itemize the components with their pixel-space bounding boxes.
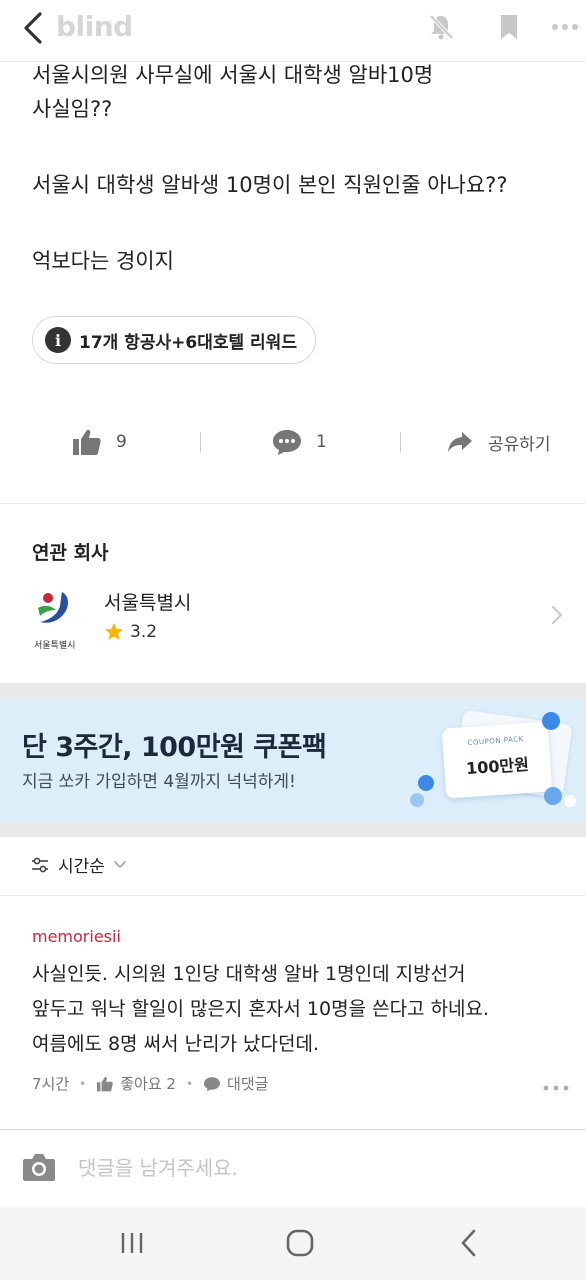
related-company-title: 연관 회사 bbox=[32, 542, 109, 564]
company-rating: 3.2 bbox=[104, 622, 157, 642]
chevron-down-icon bbox=[114, 860, 126, 868]
like-button[interactable]: 9 bbox=[72, 412, 127, 472]
sliders-icon bbox=[32, 857, 48, 872]
sort-dropdown[interactable]: 시간순 bbox=[30, 852, 127, 877]
comment-time: 7시간 bbox=[32, 1075, 70, 1093]
more-horizontal-icon bbox=[552, 24, 578, 30]
share-button[interactable]: 공유하기 bbox=[446, 412, 551, 472]
comment-username[interactable]: memoriesii bbox=[32, 927, 121, 946]
comment-like-label: 좋아요 2 bbox=[120, 1075, 176, 1093]
comment-count: 1 bbox=[316, 432, 327, 452]
bell-off-icon bbox=[429, 14, 454, 40]
ad-title: 단 3주간, 100만원 쿠폰팩 bbox=[22, 732, 327, 763]
more-options-button[interactable] bbox=[550, 12, 580, 42]
comment-line: 여름에도 8명 써서 난리가 났다던데. bbox=[32, 1033, 320, 1055]
notification-off-button[interactable] bbox=[426, 12, 456, 42]
home-button[interactable] bbox=[282, 1227, 318, 1259]
back-button[interactable] bbox=[20, 10, 48, 46]
post-line: 서울시 대학생 알바생 10명이 본인 직원인줄 아나요?? bbox=[32, 173, 508, 197]
reply-button[interactable]: 대댓글 bbox=[203, 1073, 268, 1094]
back-chevron-icon bbox=[461, 1229, 476, 1257]
company-logo-caption: 서울특별시 bbox=[34, 641, 76, 651]
comment-bubble-icon bbox=[273, 430, 301, 455]
comment-input[interactable] bbox=[78, 1150, 558, 1186]
top-bar: blind bbox=[0, 0, 586, 62]
promo-pill-button[interactable]: i 17개 항공사+6대호텔 리워드 bbox=[32, 316, 316, 364]
comment-line: 사실인듯. 시의원 1인당 대학생 알바 1명인데 지방선거 bbox=[32, 963, 466, 985]
post-line: 사실임?? bbox=[32, 97, 113, 121]
thumbs-up-icon bbox=[73, 429, 101, 455]
comment-item: memoriesii 사실인듯. 시의원 1인당 대학생 알바 1명인데 지방선… bbox=[0, 897, 586, 1129]
share-arrow-icon bbox=[448, 432, 472, 452]
system-navigation-bar bbox=[0, 1207, 586, 1280]
comment-like-button[interactable]: 좋아요 2 bbox=[96, 1073, 176, 1094]
post-line: 서울시의원 사무실에 서울시 대학생 알바10명 bbox=[32, 63, 434, 87]
coupon-small-text: COUPON PACK bbox=[467, 735, 524, 747]
post-body: 서울시의원 사무실에 서울시 대학생 알바10명 사실임?? 서울시 대학생 알… bbox=[32, 58, 572, 278]
comment-text: 사실인듯. 시의원 1인당 대학생 알바 1명인데 지방선거 앞두고 워낙 할일… bbox=[32, 957, 572, 1062]
coupon-card: COUPON PACK 100만원 bbox=[441, 721, 553, 799]
info-icon: i bbox=[45, 327, 71, 353]
promo-pill-label: 17개 항공사+6대호텔 리워드 bbox=[79, 332, 297, 353]
comment-line: 앞두고 워낙 할일이 많은지 혼자서 10명을 쓴다고 하네요. bbox=[32, 998, 490, 1020]
back-chevron-icon bbox=[24, 12, 42, 44]
bookmark-button[interactable] bbox=[494, 12, 524, 42]
chevron-right-icon bbox=[552, 606, 563, 624]
rating-value: 3.2 bbox=[130, 622, 158, 642]
post-actions: 9 1 공유하기 bbox=[0, 412, 586, 472]
camera-button[interactable] bbox=[22, 1152, 56, 1182]
reply-label: 대댓글 bbox=[227, 1075, 269, 1093]
share-label: 공유하기 bbox=[488, 434, 551, 455]
recent-apps-button[interactable] bbox=[114, 1227, 150, 1259]
ad-banner[interactable]: 단 3주간, 100만원 쿠폰팩 지금 쏘카 가입하면 4월까지 넉넉하게! C… bbox=[0, 699, 586, 821]
thumbs-up-icon bbox=[97, 1076, 114, 1091]
recent-apps-icon bbox=[121, 1233, 143, 1253]
comment-meta: 7시간 • 좋아요 2 • 대댓글 bbox=[32, 1073, 269, 1094]
comment-more-icon[interactable] bbox=[542, 1081, 570, 1095]
coupon-big-text: 100만원 bbox=[465, 754, 530, 779]
seoul-logo: 서울특별시 bbox=[34, 588, 84, 651]
system-back-button[interactable] bbox=[452, 1227, 488, 1259]
post-line: 억보다는 경이지 bbox=[32, 249, 174, 273]
company-row[interactable]: 서울특별시 서울특별시 3.2 bbox=[0, 582, 586, 652]
like-count: 9 bbox=[116, 432, 127, 452]
sort-label: 시간순 bbox=[58, 857, 105, 877]
sort-row: 시간순 bbox=[0, 838, 586, 896]
camera-icon bbox=[23, 1154, 55, 1181]
comment-input-bar bbox=[0, 1129, 586, 1207]
comment-button[interactable]: 1 bbox=[272, 412, 327, 472]
home-icon bbox=[286, 1229, 314, 1257]
blind-logo: blind bbox=[56, 10, 133, 43]
reply-bubble-icon bbox=[204, 1076, 221, 1091]
ad-subtitle: 지금 쏘카 가입하면 4월까지 넉넉하게! bbox=[22, 772, 296, 792]
company-name: 서울특별시 bbox=[104, 592, 192, 614]
bookmark-icon bbox=[501, 15, 517, 39]
star-icon bbox=[105, 623, 123, 640]
